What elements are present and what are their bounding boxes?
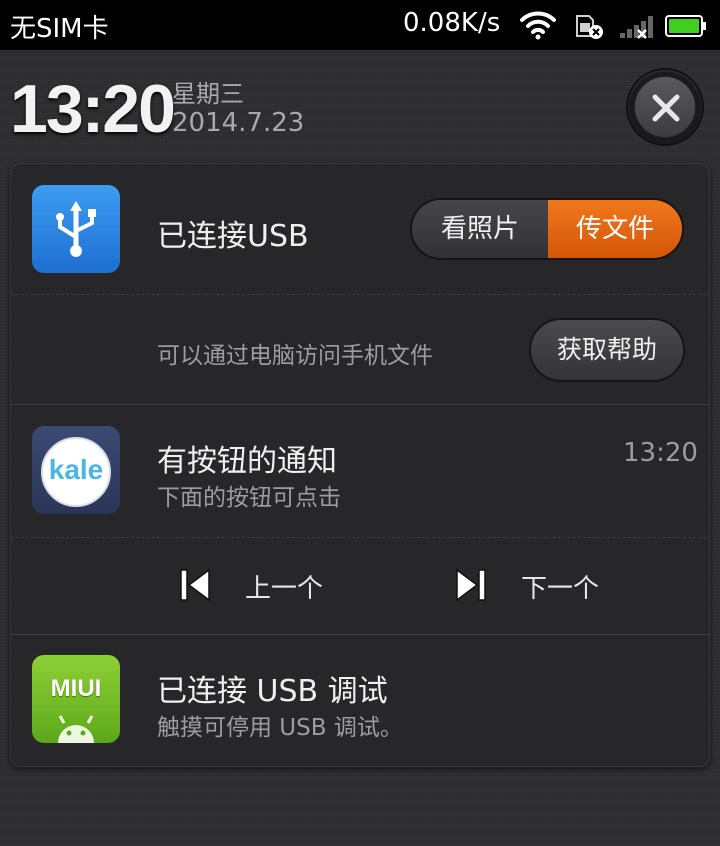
view-photos-button[interactable]: 看照片 bbox=[412, 200, 548, 258]
usb-app-icon bbox=[32, 185, 120, 273]
status-bar: 无SIM卡 0.08K/s bbox=[0, 0, 720, 50]
usb-debug-subtitle: 触摸可停用 USB 调试。 bbox=[157, 715, 403, 741]
miui-logo-text: MIUI bbox=[50, 675, 102, 702]
kale-notification-title: 有按钮的通知 bbox=[157, 444, 337, 479]
sim-icon bbox=[576, 15, 603, 39]
divider bbox=[11, 537, 709, 538]
weekday: 星期三 bbox=[172, 80, 244, 108]
kale-logo-text: kale bbox=[48, 454, 104, 485]
kale-notification-time: 13:20 bbox=[623, 438, 698, 468]
wifi-icon bbox=[520, 11, 556, 40]
android-icon bbox=[58, 715, 94, 743]
close-button[interactable] bbox=[628, 70, 702, 144]
miui-app-icon: MIUI bbox=[32, 655, 120, 743]
network-speed: 0.08K/s bbox=[403, 8, 501, 38]
next-button[interactable]: 下一个 bbox=[455, 564, 635, 608]
usb-notification-title: 已连接USB bbox=[157, 219, 309, 254]
usb-icon bbox=[56, 201, 96, 257]
usb-mode-toggle: 看照片 传文件 bbox=[410, 198, 684, 260]
previous-label: 上一个 bbox=[245, 574, 324, 604]
divider bbox=[11, 294, 709, 295]
clock: 13:20 bbox=[10, 71, 176, 147]
signal-icon bbox=[620, 16, 653, 39]
skip-previous-icon bbox=[180, 568, 210, 602]
usb-debug-title: 已连接 USB 调试 bbox=[157, 674, 388, 709]
battery-icon bbox=[665, 15, 706, 37]
get-help-button[interactable]: 获取帮助 bbox=[529, 318, 685, 382]
divider bbox=[11, 404, 709, 405]
carrier-label: 无SIM卡 bbox=[10, 14, 109, 44]
usb-description: 可以通过电脑访问手机文件 bbox=[157, 343, 433, 369]
kale-notification-subtitle: 下面的按钮可点击 bbox=[157, 485, 341, 511]
previous-button[interactable]: 上一个 bbox=[179, 564, 359, 608]
date: 2014.7.23 bbox=[172, 108, 305, 138]
kale-app-icon: kale bbox=[32, 426, 120, 514]
notification-panel: 已连接USB 看照片 传文件 可以通过电脑访问手机文件 获取帮助 kale 有按… bbox=[10, 163, 710, 767]
close-icon bbox=[652, 94, 680, 122]
transfer-files-button[interactable]: 传文件 bbox=[548, 200, 682, 258]
skip-next-icon bbox=[456, 568, 486, 602]
divider bbox=[11, 634, 709, 635]
next-label: 下一个 bbox=[521, 574, 600, 604]
